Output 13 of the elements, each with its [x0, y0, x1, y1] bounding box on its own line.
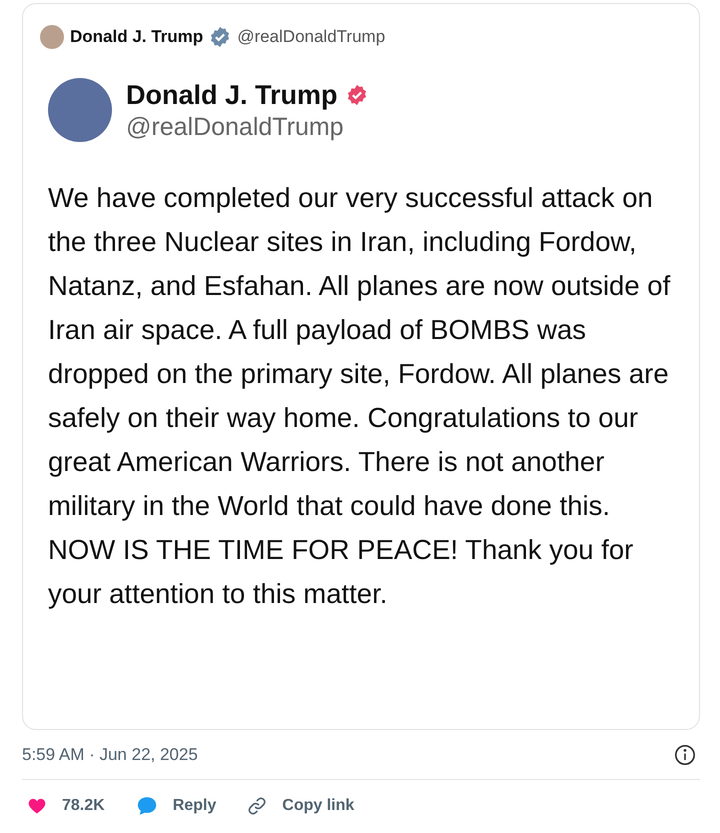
action-label[interactable]: Copy link: [282, 794, 354, 818]
timestamp[interactable]: 5:59 AM · Jun 22, 2025: [22, 742, 198, 768]
action-label[interactable]: 78.2K: [62, 794, 105, 818]
author-name: Donald J. Trump: [126, 78, 338, 112]
action-label[interactable]: Reply: [172, 794, 216, 818]
author-handle: @realDonaldTrump: [237, 26, 386, 48]
info-icon[interactable]: [674, 744, 696, 766]
avatar: [40, 24, 64, 49]
post-text: We have completed our very successful attack on the three Nuclear sites in Iran, including Fordow, Natanz, and Esfahan. All planes are now outside of Iran air space. A full payload of BOMBS was dropped on the primary site, Fordow. All planes are safely on their way home. Congratulations to our great American Warriors. There is not another military in the World that could have done this. NOW IS THE TIME FOR PEACE! Thank you for your attention to this matter.: [48, 180, 672, 611]
heart-icon: [26, 796, 48, 816]
author-handle: @realDonaldTrump: [126, 112, 345, 142]
link-icon: [246, 795, 268, 817]
author-name: Donald J. Trump: [70, 26, 204, 48]
